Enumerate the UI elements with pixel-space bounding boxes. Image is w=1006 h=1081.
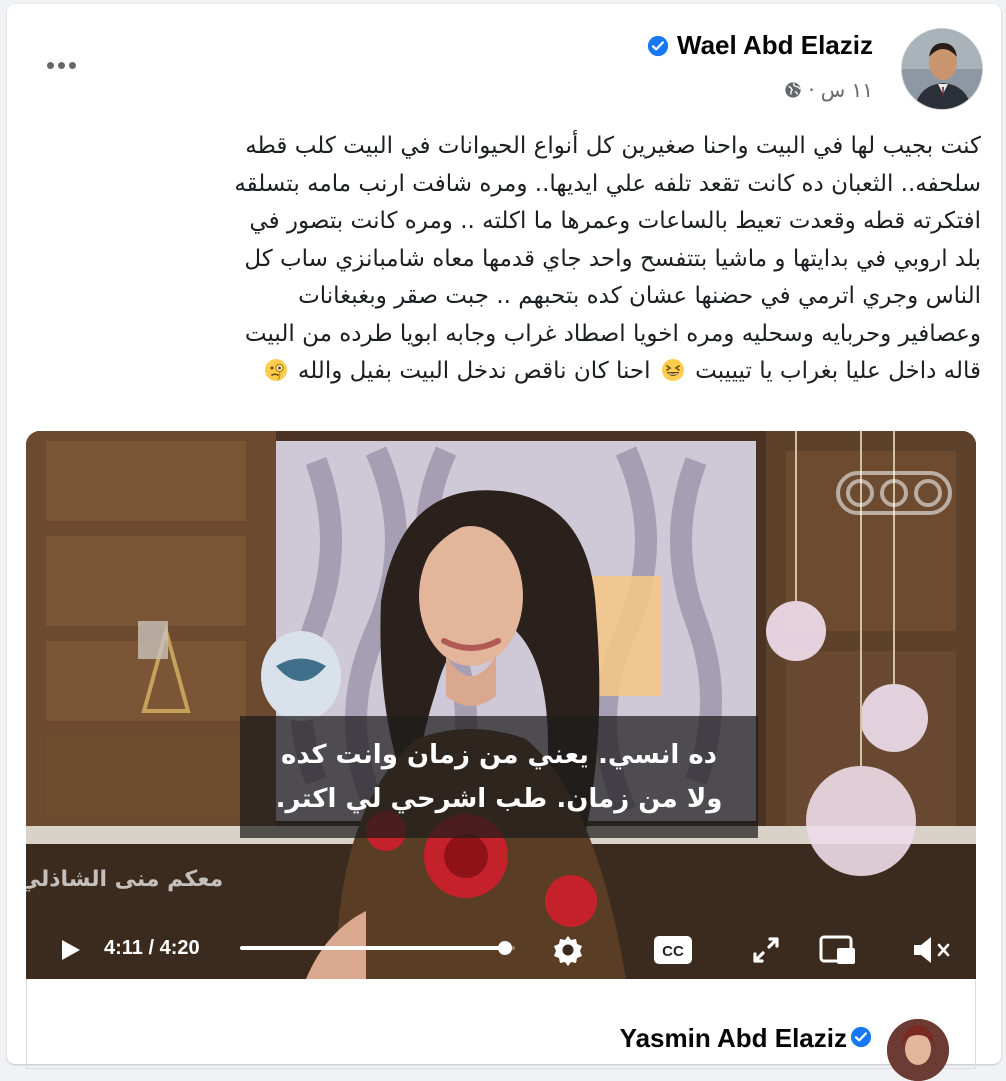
picture-in-picture-button[interactable] [816, 921, 860, 979]
shared-author-photo [887, 1019, 949, 1081]
video-frame: معكم منى الشاذلي [26, 431, 976, 979]
post-text: كنت بجيب لها في البيت واحنا صغيرين كل أن… [41, 128, 981, 391]
post-text-part: قاله داخل عليا بغراب يا تيييبت [695, 358, 981, 384]
globe-icon[interactable] [784, 81, 802, 99]
separator-dot: · [808, 78, 815, 102]
captions-button[interactable]: CC [650, 921, 696, 979]
video-progress-handle[interactable] [498, 941, 513, 955]
video-subtitle: ده انسي. يعني من زمان وانت كده ولا من زم… [240, 716, 758, 838]
verified-badge-icon [647, 35, 669, 56]
dot [57, 61, 65, 69]
video-controls: 4:11 / 4:20 CC [26, 921, 976, 979]
shared-author-name[interactable]: Yasmin Abd Elaziz [620, 1023, 847, 1054]
dot [68, 61, 76, 69]
fullscreen-button[interactable] [746, 921, 786, 979]
post-meta: · ١١ س [784, 78, 873, 102]
post-card: Wael Abd Elaziz · ١١ س كنت بجيب لها في ا… [7, 4, 1001, 1081]
post-text-part: احنا كان ناقص ندخل البيت بفيل والله [297, 358, 651, 384]
author-photo [902, 29, 982, 109]
face-with-monocle-icon [264, 359, 287, 381]
picture-in-picture-icon [819, 935, 855, 964]
author-name[interactable]: Wael Abd Elaziz [677, 30, 873, 61]
post-line: وعصافير وحربايه وسحليه ومره اخويا اصطاد … [244, 320, 981, 347]
dot [46, 61, 54, 69]
closed-captions-icon: CC [654, 936, 692, 964]
verified-badge-icon [850, 1026, 872, 1048]
post-line-last: قاله داخل عليا بغراب يا تيييبت احنا كان … [41, 353, 981, 391]
cc-label: CC [662, 943, 684, 960]
more-options-button[interactable] [43, 50, 79, 80]
post-line: بلد اروبي في بدايتها و ماشيا بتتفسح واحد… [244, 245, 981, 272]
video-player[interactable]: معكم منى الشاذلي ده انسي. يعني من زمان و… [26, 431, 976, 979]
expand-icon [753, 937, 779, 963]
grinning-squinting-face-icon [661, 359, 684, 381]
post-timestamp[interactable]: ١١ س [821, 78, 873, 102]
video-progress-bar[interactable] [240, 941, 515, 955]
post-author: Wael Abd Elaziz [647, 30, 873, 61]
subtitle-line: ده انسي. يعني من زمان وانت كده [280, 740, 718, 770]
settings-button[interactable] [546, 921, 590, 979]
shared-author-avatar[interactable] [887, 1019, 949, 1081]
volume-muted-icon [914, 937, 950, 963]
play-icon [62, 940, 80, 960]
author-avatar[interactable] [901, 28, 983, 110]
post-line: سلحفه.. الثعبان ده كانت تقعد تلفه علي اي… [234, 170, 981, 197]
video-time: 4:11 / 4:20 [104, 937, 200, 959]
mute-button[interactable] [908, 921, 956, 979]
post-line: كنت بجيب لها في البيت واحنا صغيرين كل أن… [245, 133, 981, 159]
shared-post-header: Yasmin Abd Elaziz [26, 979, 976, 1081]
post-line: الناس وجري اترمي في حضنها عشان كده بتحبه… [298, 283, 981, 309]
gear-icon [554, 936, 582, 966]
video-progress-fill [240, 946, 506, 950]
show-logo: معكم منى الشاذلي [26, 867, 223, 892]
play-button[interactable] [52, 921, 88, 979]
subtitle-line: ولا من زمان. طب اشرحي لي اكتر. [275, 784, 723, 814]
post-line: افتكرته قطه وقعدت تعيط بالساعات وعمرها م… [249, 208, 981, 234]
